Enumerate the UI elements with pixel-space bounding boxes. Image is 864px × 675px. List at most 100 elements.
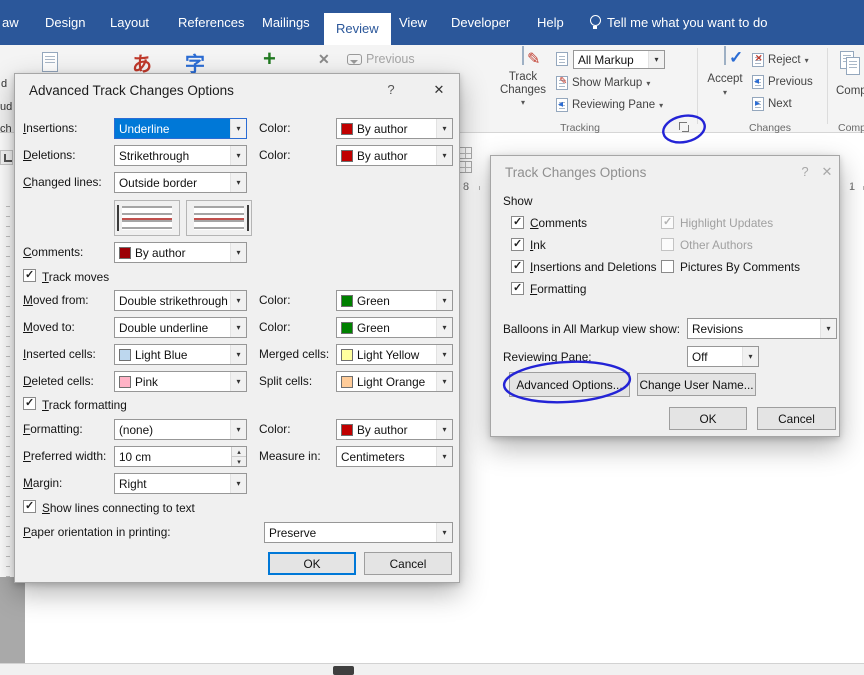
chevron-down-icon[interactable]: ▾	[436, 318, 452, 337]
tab-view[interactable]: View	[399, 0, 427, 45]
help-icon[interactable]: ?	[383, 82, 399, 97]
previous-comment-label[interactable]: Previous	[366, 52, 415, 66]
tell-me-box[interactable]: Tell me what you want to do	[607, 0, 767, 45]
reviewing-pane-select[interactable]: Off ▾	[687, 346, 759, 367]
comments-checkbox[interactable]	[511, 215, 524, 229]
spin-up-icon[interactable]: ▴	[232, 447, 246, 457]
deletions-label: Deletions:	[23, 148, 76, 162]
deletions-select[interactable]: Strikethrough ▾	[114, 145, 247, 166]
chevron-down-icon[interactable]: ▾	[436, 372, 452, 391]
help-icon[interactable]: ?	[797, 164, 813, 179]
chevron-down-icon[interactable]: ▾	[436, 420, 452, 439]
chevron-down-icon[interactable]: ▾	[230, 372, 246, 391]
formatting-color-select[interactable]: By author ▾	[336, 419, 453, 440]
show-markup-button[interactable]: Show Markup ▾	[556, 74, 650, 92]
tab-draw-partial[interactable]: aw	[2, 0, 19, 45]
comments-color-select[interactable]: By author ▾	[114, 242, 247, 263]
formatting-value: (none)	[119, 422, 154, 437]
chevron-down-icon[interactable]: ▾	[230, 345, 246, 364]
margin-select[interactable]: Right ▾	[114, 473, 247, 494]
show-lines-checkbox[interactable]	[23, 499, 36, 513]
tab-mailings[interactable]: Mailings	[262, 0, 310, 45]
chevron-down-icon[interactable]: ▾	[436, 447, 452, 466]
changed-lines-select[interactable]: Outside border ▾	[114, 172, 247, 193]
tab-references[interactable]: References	[178, 0, 244, 45]
quantity-stepper[interactable]: ▴ ▾	[231, 447, 246, 466]
paper-orientation-select[interactable]: Preserve ▾	[264, 522, 453, 543]
chevron-down-icon[interactable]: ▾	[436, 291, 452, 310]
tab-stop-selector[interactable]	[0, 150, 13, 165]
chevron-down-icon[interactable]: ▾	[648, 51, 664, 68]
color-swatch	[341, 149, 353, 162]
chevron-down-icon[interactable]: ▾	[436, 345, 452, 364]
ok-button[interactable]: OK	[669, 407, 747, 430]
moved-from-select[interactable]: Double strikethrough ▾	[114, 290, 247, 311]
display-for-review-select[interactable]: All Markup ▾	[573, 50, 665, 69]
cancel-button[interactable]: Cancel	[757, 407, 836, 430]
advanced-options-button[interactable]: Advanced Options...	[509, 372, 630, 397]
merged-cells-label: Merged cells:	[259, 347, 330, 361]
chevron-down-icon[interactable]: ▾	[436, 146, 452, 165]
pictures-by-comments-checkbox[interactable]	[661, 260, 674, 273]
chevron-down-icon[interactable]: ▾	[230, 318, 246, 337]
moved-from-color-select[interactable]: Green ▾	[336, 290, 453, 311]
tab-developer[interactable]: Developer	[451, 0, 510, 45]
preferred-width-input[interactable]: 10 cm ▴ ▾	[114, 446, 247, 467]
measure-in-select[interactable]: Centimeters ▾	[336, 446, 453, 467]
moved-to-color-select[interactable]: Green ▾	[336, 317, 453, 338]
change-user-name-button[interactable]: Change User Name...	[637, 373, 756, 396]
reviewing-pane-button[interactable]: Reviewing Pane ▾	[556, 96, 663, 114]
chevron-down-icon[interactable]: ▾	[820, 319, 836, 338]
chevron-down-icon[interactable]: ▾	[230, 146, 246, 165]
accept-button[interactable]: Accept ▾	[702, 46, 748, 119]
tab-help[interactable]: Help	[537, 0, 564, 45]
reject-button[interactable]: Reject ▾	[752, 51, 809, 69]
insertions-color-select[interactable]: By author ▾	[336, 118, 453, 139]
tab-layout[interactable]: Layout	[110, 0, 149, 45]
split-cells-select[interactable]: Light Orange ▾	[336, 371, 453, 392]
vertical-ruler[interactable]	[0, 197, 12, 577]
deleted-cells-select[interactable]: Pink ▾	[114, 371, 247, 392]
color-swatch	[119, 375, 131, 388]
chevron-down-icon[interactable]: ▾	[230, 243, 246, 262]
new-comment-icon[interactable]: +	[263, 46, 276, 72]
previous-change-button[interactable]: Previous	[752, 73, 813, 91]
chevron-down-icon[interactable]: ▾	[230, 119, 246, 138]
track-formatting-checkbox[interactable]	[23, 396, 36, 410]
tracking-dialog-launcher[interactable]	[678, 121, 690, 133]
preferred-width-label: Preferred width:	[23, 449, 107, 463]
chevron-down-icon[interactable]: ▾	[230, 173, 246, 192]
cancel-button[interactable]: Cancel	[364, 552, 452, 575]
spin-down-icon[interactable]: ▾	[232, 457, 246, 466]
ok-button[interactable]: OK	[268, 552, 356, 575]
chevron-down-icon[interactable]: ▾	[230, 474, 246, 493]
merged-cells-select[interactable]: Light Yellow ▾	[336, 344, 453, 365]
formatting-select[interactable]: (none) ▾	[114, 419, 247, 440]
close-icon[interactable]: ✕	[819, 164, 835, 180]
chevron-down-icon[interactable]: ▾	[230, 420, 246, 439]
show-markup-label: Show Markup	[572, 77, 643, 89]
balloons-select[interactable]: Revisions ▾	[687, 318, 837, 339]
chevron-down-icon[interactable]: ▾	[436, 119, 452, 138]
insertions-select[interactable]: Underline ▾	[114, 118, 247, 139]
tab-review[interactable]: Review	[324, 13, 391, 45]
chevron-down-icon[interactable]: ▾	[230, 291, 246, 310]
next-change-button[interactable]: Next	[752, 95, 792, 113]
inserted-cells-select[interactable]: Light Blue ▾	[114, 344, 247, 365]
close-icon[interactable]: ✕	[431, 82, 447, 98]
page-bottom-fragment	[333, 666, 354, 675]
chevron-down-icon[interactable]: ▾	[742, 347, 758, 366]
deletions-color-select[interactable]: By author ▾	[336, 145, 453, 166]
ink-checkbox[interactable]	[511, 237, 524, 251]
insertions-label: Insertions:	[23, 121, 78, 135]
tab-design[interactable]: Design	[45, 0, 85, 45]
track-moves-checkbox[interactable]	[23, 268, 36, 282]
compare-button-label[interactable]: Comp	[836, 85, 864, 98]
insertions-deletions-checkbox[interactable]	[511, 259, 524, 273]
chevron-down-icon[interactable]: ▾	[436, 523, 452, 542]
moved-to-select[interactable]: Double underline ▾	[114, 317, 247, 338]
delete-comment-icon[interactable]: ✕	[318, 51, 330, 68]
track-changes-button[interactable]: Track Changes ▾	[497, 46, 549, 119]
formatting-checkbox[interactable]	[511, 281, 524, 295]
color-swatch	[119, 348, 131, 361]
